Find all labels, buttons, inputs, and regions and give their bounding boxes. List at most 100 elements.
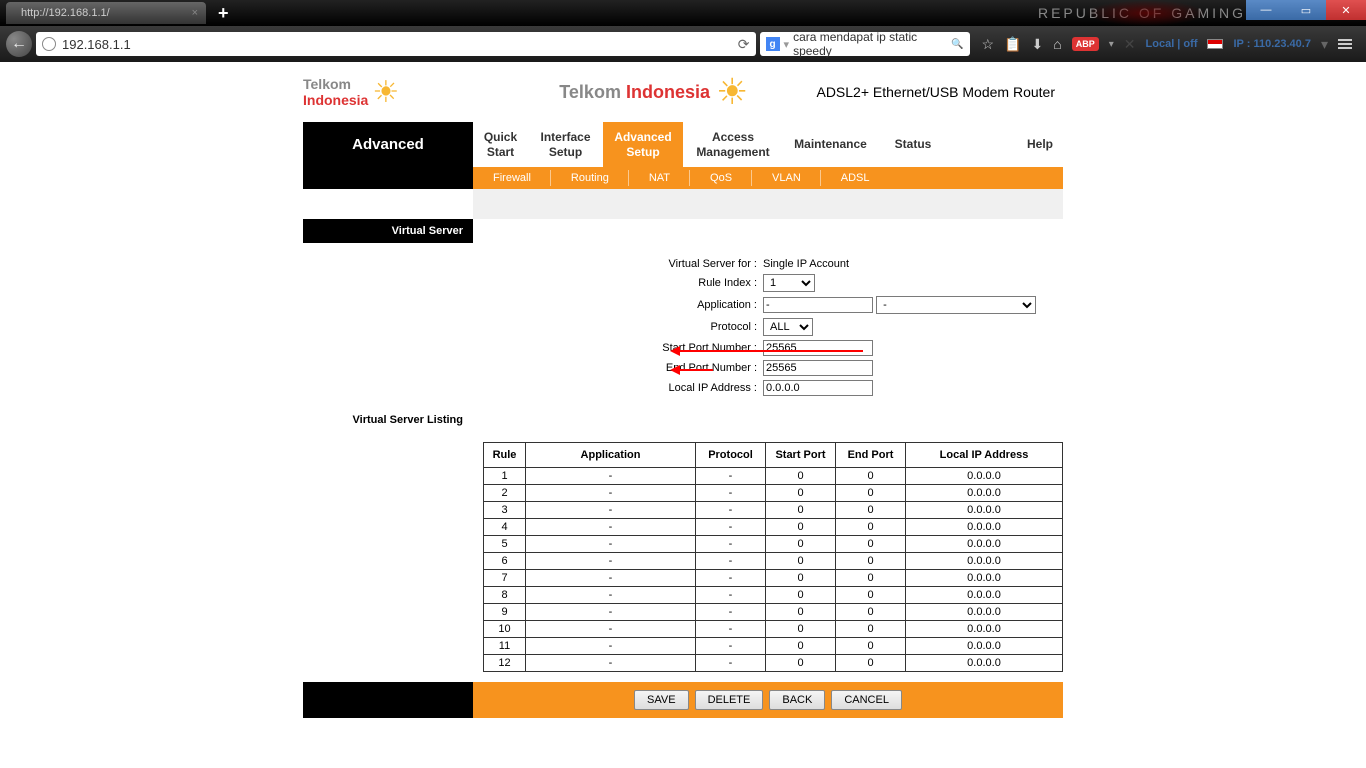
listing-title: Virtual Server Listing	[303, 408, 473, 432]
browser-toolbar: ← ⟳ g ▾ cara mendapat ip static speedy 🔍…	[0, 26, 1366, 62]
connection-status[interactable]: Local | off	[1146, 38, 1198, 50]
product-title: ADSL2+ Ethernet/USB Modem Router	[816, 84, 1063, 100]
window-controls: — ▭ ✕	[1246, 0, 1366, 20]
table-row: 4--000.0.0.0	[484, 519, 1063, 536]
ip-display: IP : 110.23.40.7	[1233, 38, 1310, 50]
annotation-arrow	[673, 369, 713, 371]
bookmarks-menu-icon[interactable]: ▾	[1321, 36, 1328, 53]
sun-icon: ☀	[372, 78, 399, 108]
start-port-input[interactable]	[763, 340, 873, 356]
header-row: TelkomIndonesia ☀ Telkom Indonesia ☀ ADS…	[303, 62, 1063, 122]
reload-icon[interactable]: ⟳	[738, 36, 750, 53]
end-port-label: End Port Number :	[473, 362, 763, 374]
sub-nav: Firewall Routing NAT QoS VLAN ADSL	[303, 167, 1063, 189]
rule-index-select[interactable]: 1	[763, 274, 815, 292]
back-button[interactable]: ←	[6, 31, 32, 57]
bookmark-star-icon[interactable]: ☆	[982, 36, 995, 53]
table-row: 9--000.0.0.0	[484, 604, 1063, 621]
search-text: cara mendapat ip static speedy	[793, 30, 947, 58]
table-row: 1--000.0.0.0	[484, 468, 1063, 485]
col-local-ip: Local IP Address	[906, 443, 1063, 468]
tab-quick-start[interactable]: QuickStart	[473, 122, 528, 167]
menu-icon[interactable]	[1338, 39, 1352, 49]
tab-status[interactable]: Status	[878, 122, 948, 167]
start-port-label: Start Port Number :	[473, 342, 763, 354]
tab-advanced-setup[interactable]: AdvancedSetup	[603, 122, 683, 167]
annotation-arrow	[673, 350, 863, 352]
adblock-icon[interactable]: ABP	[1072, 37, 1099, 51]
tab-help[interactable]: Help	[948, 122, 1063, 167]
subtab-vlan[interactable]: VLAN	[752, 167, 821, 189]
cancel-button[interactable]: CANCEL	[831, 690, 902, 710]
back-button[interactable]: BACK	[769, 690, 825, 710]
browser-tab[interactable]: http://192.168.1.1/ ×	[6, 2, 206, 24]
action-bar: SAVE DELETE BACK CANCEL	[303, 682, 1063, 718]
flag-icon	[1207, 39, 1223, 49]
application-input[interactable]	[763, 297, 873, 313]
col-end-port: End Port	[836, 443, 906, 468]
dropdown-icon[interactable]: ▾	[1109, 39, 1114, 50]
table-row: 3--000.0.0.0	[484, 502, 1063, 519]
table-row: 6--000.0.0.0	[484, 553, 1063, 570]
search-bar[interactable]: g ▾ cara mendapat ip static speedy 🔍	[760, 32, 970, 56]
table-row: 5--000.0.0.0	[484, 536, 1063, 553]
section-virtual-server: Virtual Server	[303, 219, 1063, 243]
logo-small: TelkomIndonesia ☀	[303, 76, 399, 108]
rule-index-label: Rule Index :	[473, 277, 763, 289]
col-rule: Rule	[484, 443, 526, 468]
delete-button[interactable]: DELETE	[695, 690, 764, 710]
subtab-routing[interactable]: Routing	[551, 167, 629, 189]
main-nav: Advanced QuickStart InterfaceSetup Advan…	[303, 122, 1063, 167]
clipboard-icon[interactable]: 📋	[1004, 36, 1021, 53]
section-title: Virtual Server	[303, 219, 473, 243]
url-bar[interactable]: ⟳	[36, 32, 756, 56]
table-row: 8--000.0.0.0	[484, 587, 1063, 604]
sun-icon: ☀	[716, 74, 748, 110]
col-start-port: Start Port	[766, 443, 836, 468]
vs-listing-table: Rule Application Protocol Start Port End…	[483, 442, 1063, 672]
current-section-label: Advanced	[303, 122, 473, 167]
save-button[interactable]: SAVE	[634, 690, 689, 710]
table-row: 10--000.0.0.0	[484, 621, 1063, 638]
table-row: 12--000.0.0.0	[484, 655, 1063, 672]
section-vs-listing: Virtual Server Listing	[303, 408, 1063, 432]
close-tab-icon[interactable]: ×	[192, 7, 198, 19]
tab-interface-setup[interactable]: InterfaceSetup	[528, 122, 603, 167]
application-label: Application :	[473, 299, 763, 311]
toolbar-icons: ☆ 📋 ⬇ ⌂ ABP ▾ ✕ Local | off IP : 110.23.…	[974, 36, 1360, 53]
vs-for-value: Single IP Account	[763, 258, 849, 270]
table-row: 2--000.0.0.0	[484, 485, 1063, 502]
close-window-button[interactable]: ✕	[1326, 0, 1366, 20]
col-protocol: Protocol	[696, 443, 766, 468]
tab-title: http://192.168.1.1/	[21, 7, 110, 19]
router-admin-page: TelkomIndonesia ☀ Telkom Indonesia ☀ ADS…	[303, 62, 1063, 718]
page-viewport[interactable]: TelkomIndonesia ☀ Telkom Indonesia ☀ ADS…	[0, 62, 1366, 768]
table-row: 11--000.0.0.0	[484, 638, 1063, 655]
search-dropdown-icon[interactable]: ▾	[784, 38, 790, 51]
subtab-qos[interactable]: QoS	[690, 167, 752, 189]
downloads-icon[interactable]: ⬇	[1032, 36, 1044, 53]
maximize-button[interactable]: ▭	[1286, 0, 1326, 20]
subtab-adsl[interactable]: ADSL	[821, 167, 890, 189]
new-tab-button[interactable]: +	[218, 3, 229, 24]
tab-maintenance[interactable]: Maintenance	[783, 122, 878, 167]
tab-access-management[interactable]: AccessManagement	[683, 122, 783, 167]
col-application: Application	[526, 443, 696, 468]
end-port-input[interactable]	[763, 360, 873, 376]
logo-large: Telkom Indonesia ☀	[559, 74, 748, 110]
vs-for-label: Virtual Server for :	[473, 258, 763, 270]
url-input[interactable]	[62, 37, 732, 52]
subtab-nat[interactable]: NAT	[629, 167, 690, 189]
application-preset-select[interactable]: -	[876, 296, 1036, 314]
virtual-server-form: Virtual Server for : Single IP Account R…	[303, 243, 1063, 408]
protocol-label: Protocol :	[473, 321, 763, 333]
protocol-select[interactable]: ALL	[763, 318, 813, 336]
local-ip-input[interactable]	[763, 380, 873, 396]
globe-icon	[42, 37, 56, 51]
minimize-button[interactable]: —	[1246, 0, 1286, 20]
search-go-icon[interactable]: 🔍	[951, 39, 963, 50]
subtab-firewall[interactable]: Firewall	[473, 167, 551, 189]
local-ip-label: Local IP Address :	[473, 382, 763, 394]
x-icon[interactable]: ✕	[1124, 36, 1136, 53]
home-icon[interactable]: ⌂	[1053, 36, 1061, 52]
